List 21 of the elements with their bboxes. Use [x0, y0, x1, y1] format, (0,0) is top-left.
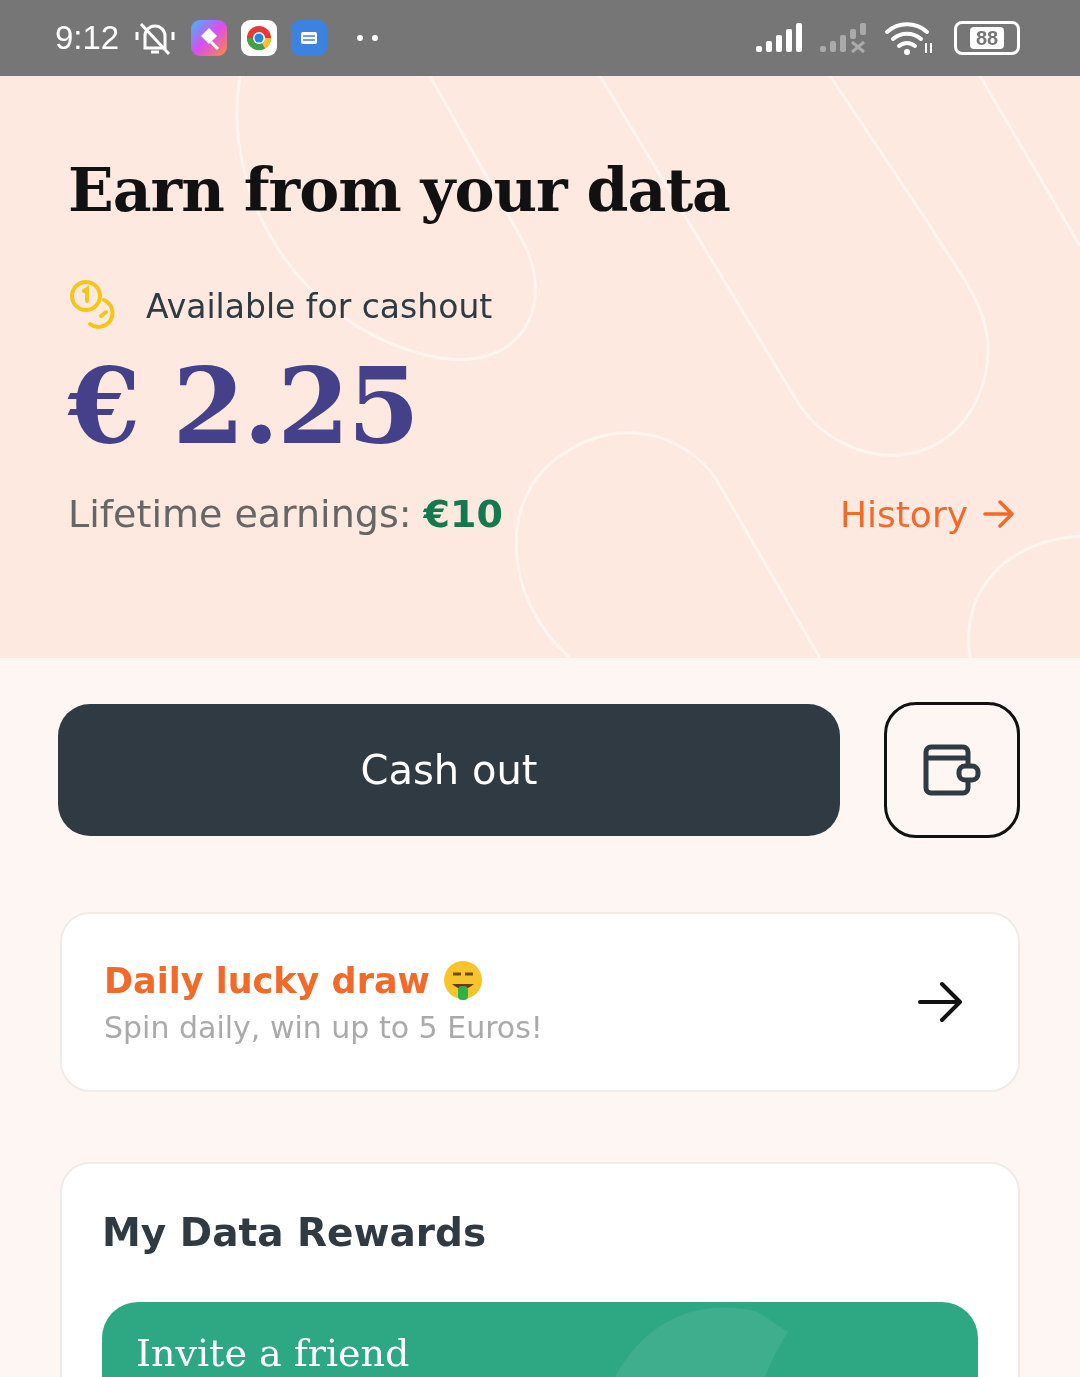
available-label: Available for cashout [146, 286, 493, 326]
wallet-button[interactable] [884, 702, 1020, 838]
rewards-title: My Data Rewards [102, 1209, 488, 1257]
clock-time: 9:12 [55, 19, 120, 57]
lucky-draw-subtitle: Spin daily, win up to 5 Euros! [104, 1009, 543, 1045]
browser-icon [241, 20, 278, 56]
wifi-icon [884, 21, 934, 55]
wallet-icon [923, 744, 981, 796]
lifetime-earnings: Lifetime earnings: €10 [68, 492, 503, 536]
app-icon [191, 20, 228, 56]
page-title: Earn from your data [68, 154, 731, 226]
invite-card[interactable]: Invite a friend [102, 1302, 978, 1377]
arrow-right-icon [982, 497, 1016, 531]
battery-icon: 88 [954, 21, 1020, 55]
history-link[interactable]: History [839, 493, 1016, 535]
lucky-draw-card[interactable]: Daily lucky draw Spin daily, win up to 5 Euros! [60, 912, 1020, 1092]
message-app-icon [291, 20, 328, 56]
invite-title: Invite a friend [136, 1331, 410, 1375]
lucky-draw-title: Daily lucky draw [104, 960, 430, 1001]
balance-amount: € 2.25 [68, 344, 419, 470]
cash-out-button[interactable]: Cash out [58, 704, 840, 836]
